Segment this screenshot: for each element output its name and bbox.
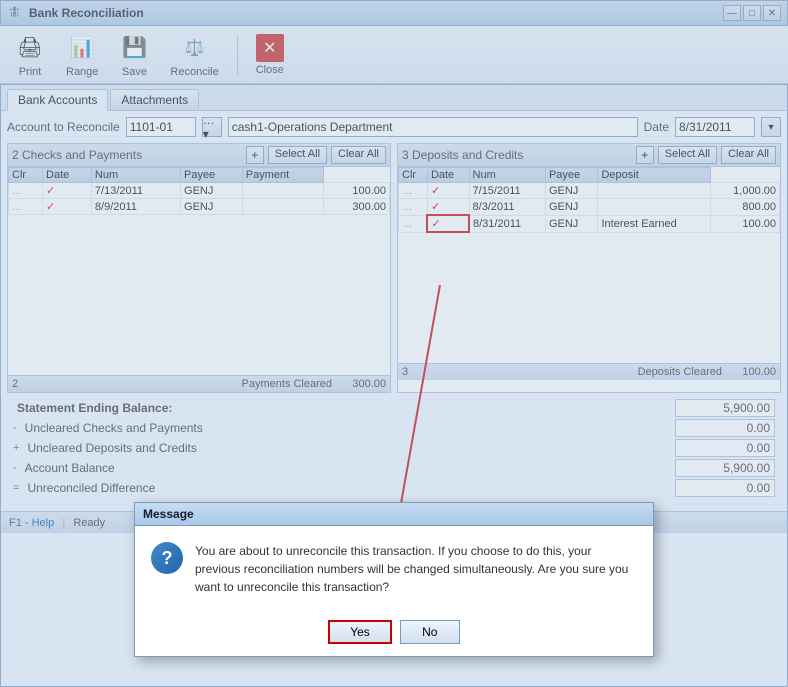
dialog-no-button[interactable]: No	[400, 620, 460, 644]
dialog-buttons: Yes No	[135, 612, 653, 656]
dialog-content: ? You are about to unreconcile this tran…	[135, 526, 653, 612]
dialog-title: Message	[135, 503, 653, 526]
message-dialog: Message ? You are about to unreconcile t…	[134, 502, 654, 657]
dialog-overlay: Message ? You are about to unreconcile t…	[0, 0, 788, 687]
dialog-message: You are about to unreconcile this transa…	[195, 542, 637, 596]
dialog-info-icon: ?	[151, 542, 183, 574]
dialog-yes-button[interactable]: Yes	[328, 620, 392, 644]
